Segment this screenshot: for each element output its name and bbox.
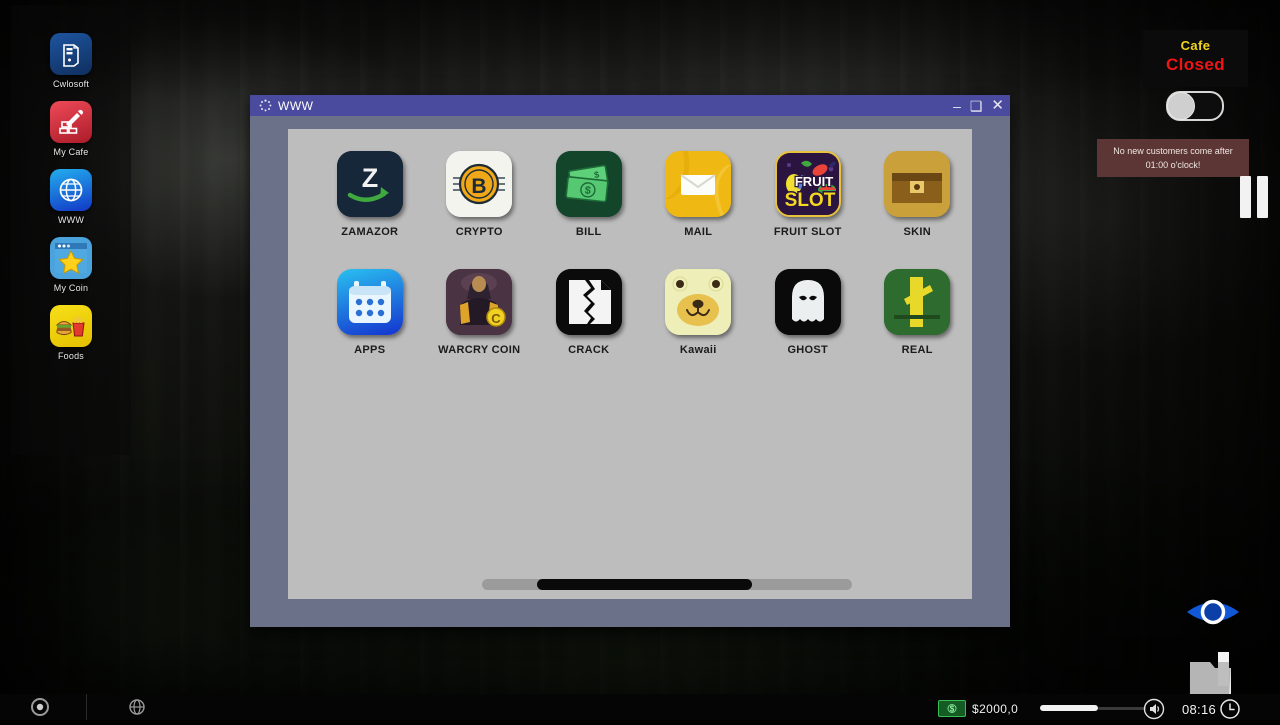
dollar-bills-icon: $ $ bbox=[556, 151, 622, 217]
app-zamazor[interactable]: Z ZAMAZOR bbox=[315, 151, 425, 269]
zamazor-icon: Z bbox=[337, 151, 403, 217]
star-window-icon bbox=[50, 237, 92, 279]
cafe-status-text: Closed bbox=[1143, 55, 1248, 75]
volume-slider-fill bbox=[1040, 705, 1098, 711]
desktop-icon-cwlosoft[interactable]: Cwlosoft bbox=[11, 33, 131, 101]
svg-text:Z: Z bbox=[362, 163, 379, 193]
desktop-icon-label: Cwlosoft bbox=[53, 79, 89, 89]
computer-tower-icon bbox=[50, 33, 92, 75]
app-ghost[interactable]: GHOST bbox=[753, 269, 863, 387]
tooltip-line-1: No new customers come after bbox=[1113, 144, 1233, 158]
close-button[interactable]: ✕ bbox=[991, 98, 1004, 113]
bitcoin-coin-icon: B bbox=[446, 151, 512, 217]
app-fruit-slot[interactable]: FRUIT SLOT FRUIT SLOT bbox=[753, 151, 863, 269]
svg-text:FRUIT: FRUIT bbox=[795, 174, 833, 189]
app-label: WARCRY COIN bbox=[438, 344, 520, 356]
desktop-icon-www[interactable]: WWW bbox=[11, 169, 131, 237]
ghost-icon bbox=[775, 269, 841, 335]
horizontal-scrollbar-thumb[interactable] bbox=[537, 579, 752, 590]
app-warcry-coin[interactable]: C WARCRY COIN bbox=[425, 269, 535, 387]
desktop-icon-my-cafe[interactable]: My Cafe bbox=[11, 101, 131, 169]
app-label: APPS bbox=[354, 344, 385, 356]
cafe-title: Cafe bbox=[1143, 30, 1248, 53]
app-label: BILL bbox=[576, 226, 602, 238]
tooltip-line-2: 01:00 o'clock! bbox=[1146, 158, 1201, 172]
envelope-icon bbox=[665, 151, 731, 217]
warcry-character-icon: C bbox=[446, 269, 512, 335]
svg-text:C: C bbox=[492, 311, 502, 326]
window-content-area: Z ZAMAZOR bbox=[288, 129, 972, 599]
desktop-icon-label: My Cafe bbox=[54, 147, 89, 157]
app-skin[interactable]: SKIN bbox=[863, 151, 973, 269]
volume-slider-track bbox=[1098, 707, 1146, 710]
horizontal-scrollbar-track[interactable] bbox=[482, 579, 852, 590]
fruit-slot-icon: FRUIT SLOT bbox=[775, 151, 841, 217]
app-crypto[interactable]: B CRYPTO bbox=[425, 151, 535, 269]
desktop-icon-label: WWW bbox=[58, 215, 84, 225]
app-label: CRYPTO bbox=[456, 226, 503, 238]
desktop-icon-label: Foods bbox=[58, 351, 84, 361]
cafe-open-toggle[interactable] bbox=[1166, 91, 1224, 121]
app-label: REAL bbox=[902, 344, 933, 356]
desktop-icon-my-coin[interactable]: My Coin bbox=[11, 237, 131, 305]
cafe-hammer-icon bbox=[50, 101, 92, 143]
app-bill[interactable]: $ $ BILL bbox=[534, 151, 644, 269]
app-mail[interactable]: MAIL bbox=[644, 151, 754, 269]
clock-area: 08:16 bbox=[1182, 698, 1241, 720]
money-value: $2000,0 bbox=[972, 702, 1018, 716]
pause-bar-left bbox=[1240, 176, 1251, 218]
bear-face-icon bbox=[665, 269, 731, 335]
money-display: $ $2000,0 bbox=[938, 700, 1018, 717]
app-row: Z ZAMAZOR bbox=[288, 151, 972, 269]
svg-text:SLOT: SLOT bbox=[784, 190, 835, 211]
real-bottle-icon bbox=[884, 269, 950, 335]
globe-icon bbox=[50, 169, 92, 211]
app-label: FRUIT SLOT bbox=[774, 226, 842, 238]
window-title-bar[interactable]: WWW – ❑ ✕ bbox=[250, 95, 1010, 116]
speaker-icon[interactable] bbox=[1143, 698, 1165, 720]
app-label: ZAMAZOR bbox=[341, 226, 398, 238]
volume-slider[interactable] bbox=[1040, 705, 1146, 711]
cafe-status-panel: Cafe Closed bbox=[1143, 30, 1248, 87]
www-taskbar-item[interactable] bbox=[128, 698, 146, 716]
cracked-page-icon bbox=[556, 269, 622, 335]
taskbar-divider bbox=[86, 694, 87, 720]
pause-button[interactable] bbox=[1240, 176, 1272, 218]
minimize-button[interactable]: – bbox=[953, 99, 961, 113]
pause-bar-right bbox=[1257, 176, 1268, 218]
app-apps[interactable]: APPS bbox=[315, 269, 425, 387]
app-label: CRACK bbox=[568, 344, 609, 356]
app-crack[interactable]: CRACK bbox=[534, 269, 644, 387]
window-controls: – ❑ ✕ bbox=[953, 95, 1004, 116]
desktop-icon-column: Cwlosoft My Cafe WWW bbox=[11, 5, 131, 455]
clock-icon bbox=[1219, 698, 1241, 720]
clock-time: 08:16 bbox=[1182, 702, 1216, 717]
skin-crate-icon bbox=[884, 151, 950, 217]
window-title: WWW bbox=[278, 99, 313, 113]
svg-text:$: $ bbox=[584, 185, 591, 198]
app-real[interactable]: REAL bbox=[863, 269, 973, 387]
svg-text:B: B bbox=[472, 175, 487, 198]
start-button[interactable] bbox=[30, 697, 50, 717]
maximize-button[interactable]: ❑ bbox=[970, 99, 983, 113]
app-kawaii[interactable]: Kawaii bbox=[644, 269, 754, 387]
app-label: Kawaii bbox=[680, 344, 717, 356]
app-row: APPS C bbox=[288, 269, 972, 387]
toggle-knob bbox=[1167, 92, 1195, 120]
browser-spinner-icon bbox=[259, 99, 272, 112]
burger-fries-icon bbox=[50, 305, 92, 347]
visibility-eye-icon[interactable] bbox=[1184, 592, 1242, 632]
app-label: GHOST bbox=[787, 344, 828, 356]
app-grid: Z ZAMAZOR bbox=[288, 151, 972, 387]
svg-text:$: $ bbox=[950, 705, 955, 714]
cafe-tooltip: No new customers come after 01:00 o'cloc… bbox=[1097, 139, 1249, 177]
calendar-apps-icon bbox=[337, 269, 403, 335]
desktop-icon-foods[interactable]: Foods bbox=[11, 305, 131, 373]
desktop-icon-label: My Coin bbox=[54, 283, 88, 293]
www-browser-window[interactable]: WWW – ❑ ✕ Z ZAMAZO bbox=[250, 95, 1010, 627]
money-icon: $ bbox=[938, 700, 966, 717]
app-label: SKIN bbox=[904, 226, 931, 238]
app-label: MAIL bbox=[684, 226, 712, 238]
